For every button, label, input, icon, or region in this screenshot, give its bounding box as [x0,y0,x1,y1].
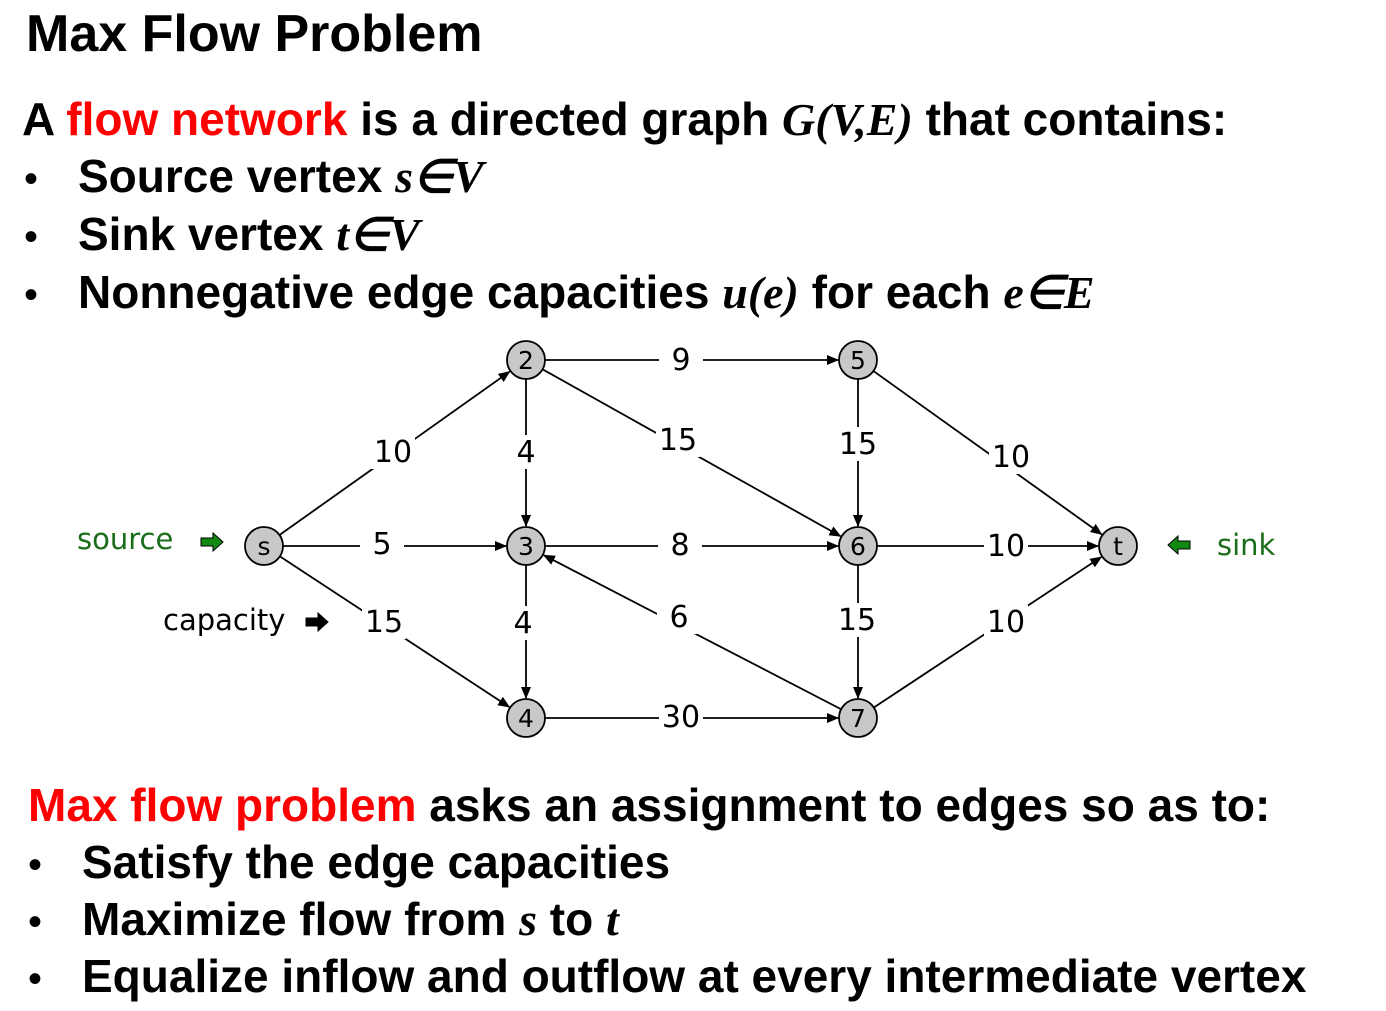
node-label: 6 [850,532,866,561]
max-flow-term: Max flow problem [28,779,417,831]
edge-capacity-label: 8 [670,528,689,563]
graph-notation: G(V,E) [782,94,913,145]
definition-middle: is a directed graph [347,93,782,145]
definition-item-text: Nonnegative edge capacities [78,266,723,318]
edge-capacity-label: 4 [513,606,532,641]
slide-title: Max Flow Problem [26,5,483,63]
problem-line: Max flow problem asks an assignment to e… [28,782,1270,828]
edge-capacity-label: 10 [374,435,412,470]
bullet-icon: • [28,900,43,944]
source-notation: s∈V [395,151,484,202]
bullet-icon: • [28,843,43,887]
sink-annotation: sink [1217,528,1276,562]
problem-item-text: Maximize flow from [82,893,520,945]
edge-capacity-label: 15 [659,423,697,458]
edge-capacity-label: 9 [671,343,690,378]
capacity-arrow-icon [305,611,329,633]
source-notation: s [519,894,537,945]
definition-suffix: that contains: [912,93,1228,145]
edge-capacity-label: 10 [987,605,1025,640]
edge-5-t [872,370,1103,536]
capacity-notation: u(e) [722,267,799,318]
node-label: 5 [850,346,866,375]
flow-network-diagram: 10 5 15 9 4 15 4 8 30 15 10 15 10 6 10 s 2 3 4 5 6 7 t source… [77,340,1276,738]
edges-layer: 10 5 15 9 4 15 4 8 30 15 10 15 10 6 10 [278,343,1103,735]
definition-item-text: Sink vertex [78,208,337,260]
node-label: 3 [518,532,534,561]
definition-item-capacities: Nonnegative edge capacities u(e) for eac… [78,269,1095,316]
problem-item-equalize: Equalize inflow and outflow at every int… [82,953,1306,999]
bullet-icon: • [24,273,39,317]
flow-network-term: flow network [66,93,348,145]
definition-item-sink: Sink vertex t∈V [78,211,420,258]
node-label: s [257,532,270,561]
node-label: 4 [518,704,534,733]
source-annotation: source [77,522,173,556]
node-label: 2 [518,346,534,375]
edge-capacity-label: 30 [662,700,700,735]
definition-line: A flow network is a directed graph G(V,E… [22,96,1227,143]
capacity-annotation: capacity [163,603,285,637]
sink-notation: t∈V [336,209,420,260]
sink-arrow-icon [1167,534,1191,556]
edge-capacity-label: 6 [669,600,688,635]
edge-capacity-label: 10 [992,440,1030,475]
problem-item-maximize: Maximize flow from s to t [82,896,619,943]
definition-prefix: A [22,93,67,145]
bullet-icon: • [28,957,43,1001]
edge-capacity-label: 10 [987,529,1025,564]
edge-set-notation: e∈E [1003,267,1095,318]
source-arrow-icon [200,531,224,553]
problem-rest: asks an assignment to edges so as to: [416,779,1271,831]
problem-item-text: Equalize inflow and outflow at every int… [82,950,1307,1002]
edge-capacity-label: 15 [839,427,877,462]
problem-item-text: to [536,893,606,945]
definition-item-source: Source vertex s∈V [78,153,484,200]
node-label: t [1113,532,1123,561]
edge-capacity-label: 5 [372,527,391,562]
problem-item-capacities: Satisfy the edge capacities [82,839,670,885]
problem-item-text: Satisfy the edge capacities [82,836,671,888]
edge-capacity-label: 15 [365,605,403,640]
bullet-icon: • [24,157,39,201]
node-label: 7 [850,704,866,733]
bullet-icon: • [24,215,39,259]
edge-capacity-label: 15 [838,603,876,638]
sink-notation: t [605,894,619,945]
definition-item-text: for each [798,266,1004,318]
definition-item-text: Source vertex [78,150,396,202]
edge-capacity-label: 4 [516,435,535,470]
